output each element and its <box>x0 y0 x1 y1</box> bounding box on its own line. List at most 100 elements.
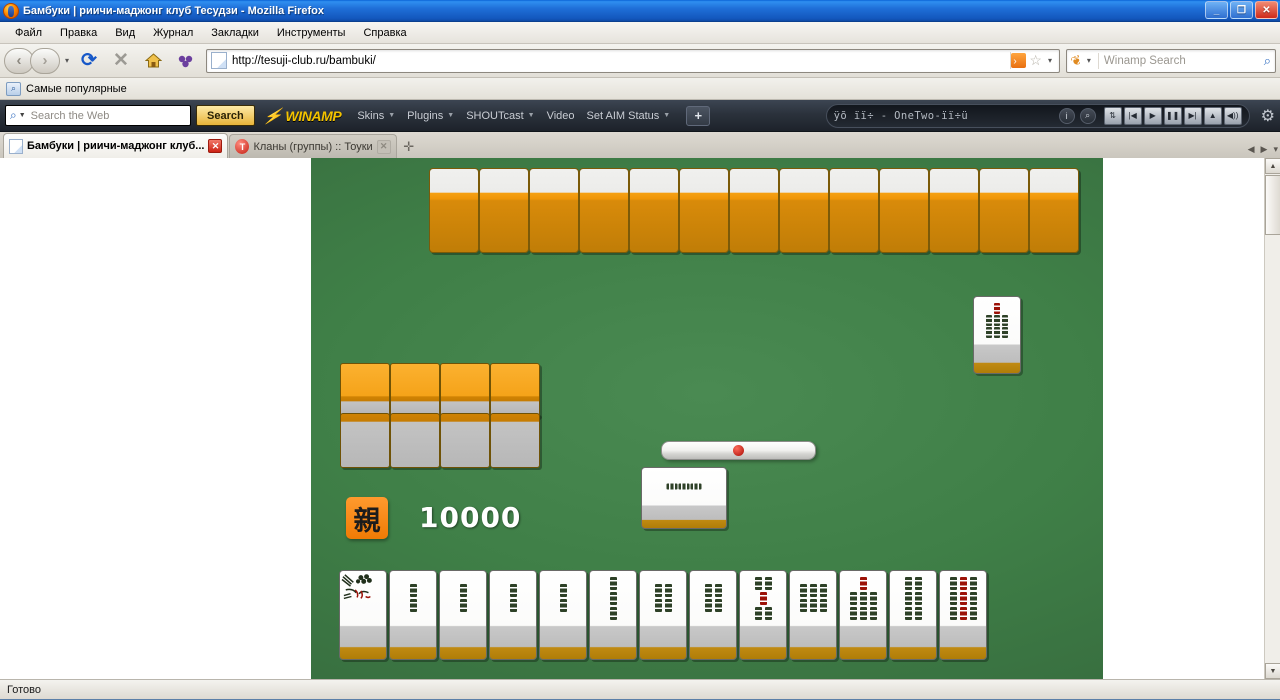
bamboo-4-tile[interactable] <box>639 570 687 660</box>
wall-tile[interactable] <box>879 168 929 253</box>
wall-tile[interactable] <box>629 168 679 253</box>
wall-tile[interactable] <box>679 168 729 253</box>
wall-tile[interactable] <box>729 168 779 253</box>
flower-tile[interactable] <box>339 570 387 660</box>
tile-art <box>490 571 536 626</box>
winamp-menu-video[interactable]: Video <box>542 107 580 125</box>
menu-history[interactable]: Журнал <box>144 25 202 41</box>
close-icon[interactable]: ✕ <box>208 139 223 153</box>
meld-tile[interactable] <box>490 363 540 418</box>
tab-scroll-left-icon[interactable]: ◀ <box>1248 144 1255 155</box>
bamboo-6-tile[interactable] <box>789 570 837 660</box>
addon-icon[interactable] <box>170 47 200 75</box>
tab-list-all-icon[interactable]: ▾ <box>1273 144 1278 155</box>
url-text[interactable]: http://tesuji-club.ru/bambuki/ <box>232 55 1010 67</box>
bamboo-3-tile[interactable] <box>589 570 637 660</box>
riichi-stick[interactable] <box>661 441 816 460</box>
meld-tile[interactable] <box>440 413 490 468</box>
address-bar[interactable]: http://tesuji-club.ru/bambuki/ › ☆ ▾ <box>206 48 1060 73</box>
new-tab-button[interactable]: ✛ <box>398 136 420 158</box>
bamboo-pip <box>949 591 957 605</box>
vertical-scrollbar[interactable]: ▲ ▼ <box>1264 158 1280 679</box>
meld-tile[interactable] <box>340 363 390 418</box>
scroll-down-icon[interactable]: ▼ <box>1265 663 1280 679</box>
pause-button[interactable]: ❚❚ <box>1163 106 1182 125</box>
mahjong-table[interactable]: 親 10000 <box>311 158 1103 679</box>
wall-tile[interactable] <box>979 168 1029 253</box>
tab-bambuki[interactable]: Бамбуки | риичи-маджонг клуб... ✕ <box>3 133 229 158</box>
next-button[interactable]: ▶| <box>1183 106 1202 125</box>
menu-bookmarks[interactable]: Закладки <box>202 25 268 41</box>
chevron-down-icon[interactable]: ▾ <box>1045 56 1055 65</box>
bamboo-2-tile[interactable] <box>539 570 587 660</box>
menu-file[interactable]: Файл <box>6 25 51 41</box>
meld-tile[interactable] <box>390 413 440 468</box>
menu-help[interactable]: Справка <box>354 25 415 41</box>
wall-tile[interactable] <box>429 168 479 253</box>
menu-view[interactable]: Вид <box>106 25 144 41</box>
bamboo-2-tile[interactable] <box>389 570 437 660</box>
eject-button[interactable]: ▲ <box>1203 106 1222 125</box>
wall-tile[interactable] <box>829 168 879 253</box>
magnifier-icon[interactable]: ⌕ <box>1264 53 1275 69</box>
bamboo-2-tile[interactable] <box>489 570 537 660</box>
menu-edit[interactable]: Правка <box>51 25 106 41</box>
chevron-down-icon[interactable]: ▼ <box>19 112 26 119</box>
wall-tile[interactable] <box>1029 168 1079 253</box>
meld-tile[interactable] <box>340 413 390 468</box>
bamboo-8-tile[interactable] <box>889 570 937 660</box>
bamboo-5-red-tile[interactable] <box>739 570 787 660</box>
search-engine-selector[interactable]: ❦ ▾ <box>1067 51 1099 69</box>
meld-tile[interactable] <box>390 363 440 418</box>
winamp-add-button[interactable]: + <box>686 105 711 126</box>
play-button[interactable]: ▶ <box>1143 106 1162 125</box>
close-icon[interactable]: ✕ <box>376 139 391 154</box>
bamboo-2-tile[interactable] <box>439 570 487 660</box>
scrollbar-thumb[interactable] <box>1265 175 1280 235</box>
menu-tools[interactable]: Инструменты <box>268 25 355 41</box>
tile-art <box>974 297 1020 344</box>
center-discard-tile[interactable] <box>641 467 727 529</box>
winamp-search-button[interactable]: Search <box>196 105 255 126</box>
restore-button[interactable]: ❐ <box>1230 1 1253 19</box>
bamboo-9-red-tile[interactable] <box>939 570 987 660</box>
gear-icon[interactable]: ⚙ <box>1261 106 1275 126</box>
wall-tile[interactable] <box>529 168 579 253</box>
wall-tile[interactable] <box>929 168 979 253</box>
bamboo-4-tile[interactable] <box>689 570 737 660</box>
close-button[interactable]: ✕ <box>1255 1 1278 19</box>
volume-button[interactable]: ◀)) <box>1223 106 1242 125</box>
rss-icon[interactable]: › <box>1011 53 1027 68</box>
home-icon[interactable] <box>138 47 168 75</box>
chevron-down-icon[interactable]: ▾ <box>62 56 72 65</box>
winamp-menu-skins[interactable]: Skins ▼ <box>352 107 400 125</box>
winamp-menu-shoutcast[interactable]: SHOUTcast ▼ <box>461 107 539 125</box>
bamboo-7-red-tile[interactable] <box>839 570 887 660</box>
winamp-menu-set-aim-status[interactable]: Set AIM Status ▼ <box>582 107 676 125</box>
meld-tile[interactable] <box>490 413 540 468</box>
bamboo-pip <box>849 606 857 620</box>
reload-button[interactable]: ⟳ <box>74 47 104 75</box>
tab-klany[interactable]: T Кланы (группы) :: Тоуки ✕ <box>229 134 397 158</box>
forward-button[interactable]: › <box>30 47 60 74</box>
info-icon[interactable]: i <box>1058 107 1075 124</box>
wall-tile[interactable] <box>779 168 829 253</box>
minimize-button[interactable]: _ <box>1205 1 1228 19</box>
dora-indicator-tile[interactable] <box>973 296 1021 374</box>
tab-scroll-right-icon[interactable]: ▶ <box>1261 144 1268 155</box>
shuffle-button[interactable]: ⇅ <box>1103 106 1122 125</box>
winamp-menu-plugins[interactable]: Plugins ▼ <box>402 107 459 125</box>
previous-button[interactable]: |◀ <box>1123 106 1142 125</box>
scroll-up-icon[interactable]: ▲ <box>1265 158 1280 174</box>
bookmark-star-icon[interactable]: ☆ <box>1029 52 1042 69</box>
stop-button[interactable]: ✕ <box>106 47 136 75</box>
wall-tile[interactable] <box>579 168 629 253</box>
winamp-search-input[interactable]: Search the Web <box>26 110 110 122</box>
bookmark-item-most-visited[interactable]: Самые популярные <box>26 83 127 95</box>
winamp-web-search-field[interactable]: ⌕ ▼ Search the Web <box>5 105 191 126</box>
wall-tile[interactable] <box>479 168 529 253</box>
meld-tile[interactable] <box>440 363 490 418</box>
search-bar[interactable]: ❦ ▾ Winamp Search ⌕ <box>1066 48 1276 73</box>
find-icon[interactable]: ⌕ <box>1079 107 1096 124</box>
search-input[interactable]: Winamp Search <box>1099 55 1264 67</box>
